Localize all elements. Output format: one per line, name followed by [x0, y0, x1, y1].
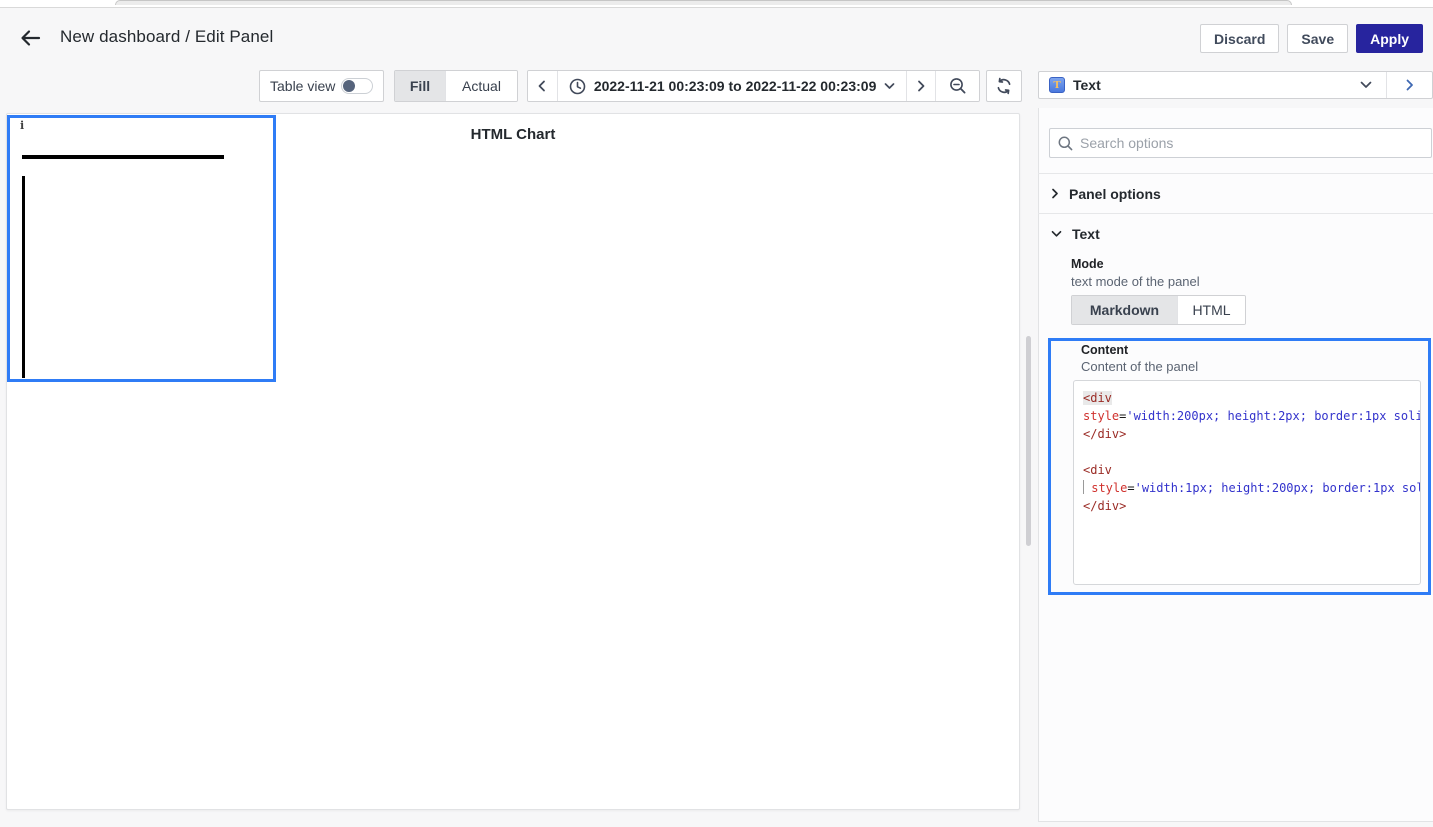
chevron-down-icon — [1051, 230, 1062, 237]
table-view-label: Table view — [270, 78, 336, 94]
text-panel-icon: T — [1049, 77, 1065, 93]
text-section-header[interactable]: Text — [1038, 214, 1433, 253]
mode-label: Mode — [1071, 257, 1104, 271]
options-search[interactable] — [1049, 128, 1432, 158]
visualization-picker[interactable]: T Text — [1038, 71, 1433, 99]
fill-option[interactable]: Fill — [395, 71, 445, 101]
chevron-left-icon — [539, 80, 546, 92]
zoom-out-icon — [949, 78, 966, 94]
browser-chrome-strip — [0, 0, 1433, 8]
panel-options-section-label: Panel options — [1069, 185, 1161, 202]
panel-title: HTML Chart — [470, 126, 556, 143]
search-options-input[interactable] — [1080, 135, 1423, 151]
save-button[interactable]: Save — [1287, 24, 1349, 53]
mode-html-option[interactable]: HTML — [1177, 296, 1245, 324]
mode-markdown-option[interactable]: Markdown — [1072, 296, 1177, 324]
page-title: New dashboard / Edit Panel — [60, 27, 274, 46]
chevron-down-icon — [1360, 81, 1372, 88]
panel-options-section-header[interactable]: Panel options — [1038, 174, 1433, 213]
search-icon — [1058, 136, 1073, 150]
mode-description: text mode of the panel — [1071, 274, 1200, 289]
code-editor[interactable]: <div style='width:200px; height:2px; bord… — [1073, 380, 1421, 585]
zoom-out-time-button[interactable] — [935, 71, 979, 101]
chevron-right-icon — [918, 80, 925, 92]
chevron-right-icon — [1406, 79, 1413, 91]
toggle-knob — [343, 80, 355, 92]
visualization-name: Text — [1073, 77, 1101, 93]
table-view-toggle[interactable] — [341, 78, 373, 94]
back-button[interactable] — [16, 24, 44, 52]
code-line: </div> — [1083, 427, 1127, 441]
rendered-horizontal-line — [22, 155, 224, 159]
time-shift-forward-button[interactable] — [906, 71, 936, 101]
actual-option[interactable]: Actual — [445, 71, 517, 101]
time-shift-back-button[interactable] — [528, 71, 557, 101]
refresh-button[interactable] — [986, 70, 1022, 102]
toggle-viz-picker-button[interactable] — [1386, 72, 1432, 98]
clock-icon — [569, 78, 586, 94]
code-line: <div — [1083, 463, 1112, 477]
time-range-controls: 2022-11-21 00:23:09 to 2022-11-22 00:23:… — [527, 70, 980, 102]
fit-mode-group: Fill Actual — [394, 70, 518, 102]
header-actions: Discard Save Apply — [1200, 24, 1423, 53]
discard-button[interactable]: Discard — [1200, 24, 1280, 53]
text-section-label: Text — [1072, 225, 1100, 242]
pane-resizer-handle[interactable] — [1026, 336, 1031, 546]
time-range-picker-button[interactable]: 2022-11-21 00:23:09 to 2022-11-22 00:23:… — [556, 71, 907, 101]
arrow-left-icon — [21, 30, 41, 46]
code-line: style='width:1px; height:200px; border:1… — [1083, 479, 1420, 497]
table-view-toggle-container: Table view — [259, 70, 384, 102]
code-line: style='width:200px; height:2px; border:1… — [1083, 409, 1421, 423]
time-range-text: 2022-11-21 00:23:09 to 2022-11-22 00:23:… — [593, 78, 877, 94]
chevron-right-icon — [1052, 188, 1058, 199]
code-line: </div> — [1083, 499, 1127, 513]
refresh-icon — [997, 77, 1011, 95]
apply-button[interactable]: Apply — [1356, 24, 1423, 53]
panel-info-icon[interactable]: i — [20, 120, 24, 131]
rendered-vertical-line — [22, 176, 25, 378]
content-label: Content — [1081, 343, 1129, 357]
code-line: <div — [1083, 391, 1112, 405]
panel-preview-card — [6, 113, 1020, 810]
browser-tab-bar — [115, 0, 1292, 5]
caret-down-icon — [885, 83, 895, 89]
content-description: Content of the panel — [1081, 359, 1199, 374]
text-mode-group: Markdown HTML — [1071, 295, 1246, 325]
